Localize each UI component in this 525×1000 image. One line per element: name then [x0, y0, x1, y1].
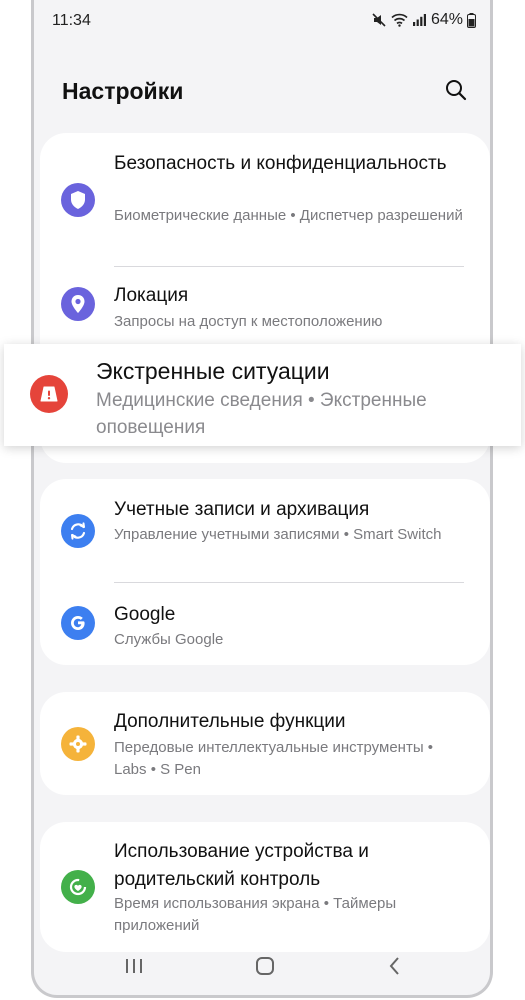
mute-icon — [371, 12, 387, 28]
card-advanced-features: Дополнительные функции Передовые интелле… — [40, 692, 490, 795]
recent-apps-button[interactable] — [116, 953, 152, 983]
highlight-title: Экстренные ситуации — [96, 358, 330, 384]
settings-item-title: Использование устройства и родительский … — [114, 841, 369, 890]
search-button[interactable] — [440, 76, 472, 108]
settings-item-subtitle: Службы Google — [114, 631, 224, 648]
settings-item-subtitle: Управление учетными записями • Smart Swi… — [114, 526, 442, 543]
wellbeing-icon — [61, 870, 95, 904]
settings-item-emergency-highlighted[interactable]: Экстренные ситуации Медицинские сведения… — [4, 344, 521, 446]
back-icon — [387, 956, 403, 981]
search-icon — [445, 79, 467, 106]
settings-item-title: Google — [114, 604, 176, 625]
card-digital-wellbeing: Использование устройства и родительский … — [40, 822, 490, 952]
location-pin-icon — [61, 287, 95, 321]
settings-item-title: Локация — [114, 285, 189, 306]
settings-item-location[interactable]: Локация Запросы на доступ к местоположен… — [40, 267, 490, 343]
wifi-icon — [391, 13, 408, 27]
status-icons: 64% — [371, 11, 476, 29]
settings-item-title: Дополнительные функции — [114, 711, 346, 732]
sync-icon — [61, 514, 95, 548]
header: Настройки — [34, 66, 490, 116]
settings-item-subtitle: Передовые интеллектуальные инструменты •… — [114, 739, 434, 778]
battery-icon — [467, 12, 476, 28]
settings-item-subtitle: Биометрические данные • Диспетчер разреш… — [114, 207, 463, 224]
back-button[interactable] — [377, 953, 413, 983]
status-bar: 11:34 64% — [34, 0, 490, 40]
phone-screen: 11:34 64% Настройки Безопасность и конфи… — [31, 0, 493, 998]
settings-item-subtitle: Запросы на доступ к местоположению — [114, 313, 383, 330]
home-button[interactable] — [247, 953, 283, 983]
page-title: Настройки — [62, 78, 184, 104]
settings-item-title: Безопасность и конфиденциальность — [114, 153, 447, 174]
settings-item-digital-wellbeing[interactable]: Использование устройства и родительский … — [40, 822, 490, 952]
emergency-alert-icon — [30, 375, 68, 413]
settings-item-advanced-features[interactable]: Дополнительные функции Передовые интелле… — [40, 692, 490, 795]
signal-icon — [412, 13, 427, 27]
status-time: 11:34 — [52, 12, 91, 29]
settings-item-google[interactable]: Google Службы Google — [40, 583, 490, 665]
settings-item-title: Учетные записи и архивация — [114, 499, 370, 520]
settings-item-security[interactable]: Безопасность и конфиденциальность Биомет… — [40, 133, 490, 266]
google-icon — [61, 606, 95, 640]
battery-percent: 64% — [430, 11, 463, 28]
shield-icon — [61, 183, 95, 217]
home-icon — [254, 955, 276, 982]
card-accounts-google: Учетные записи и архивация Управление уч… — [40, 479, 490, 665]
recent-apps-icon — [123, 957, 145, 980]
settings-item-accounts[interactable]: Учетные записи и архивация Управление уч… — [40, 479, 490, 582]
navigation-bar — [34, 939, 490, 995]
puzzle-gear-icon — [61, 727, 95, 761]
highlight-subtitle: Медицинские сведения • Экстренные оповещ… — [96, 390, 427, 438]
settings-item-subtitle: Время использования экрана • Таймеры при… — [114, 895, 397, 934]
